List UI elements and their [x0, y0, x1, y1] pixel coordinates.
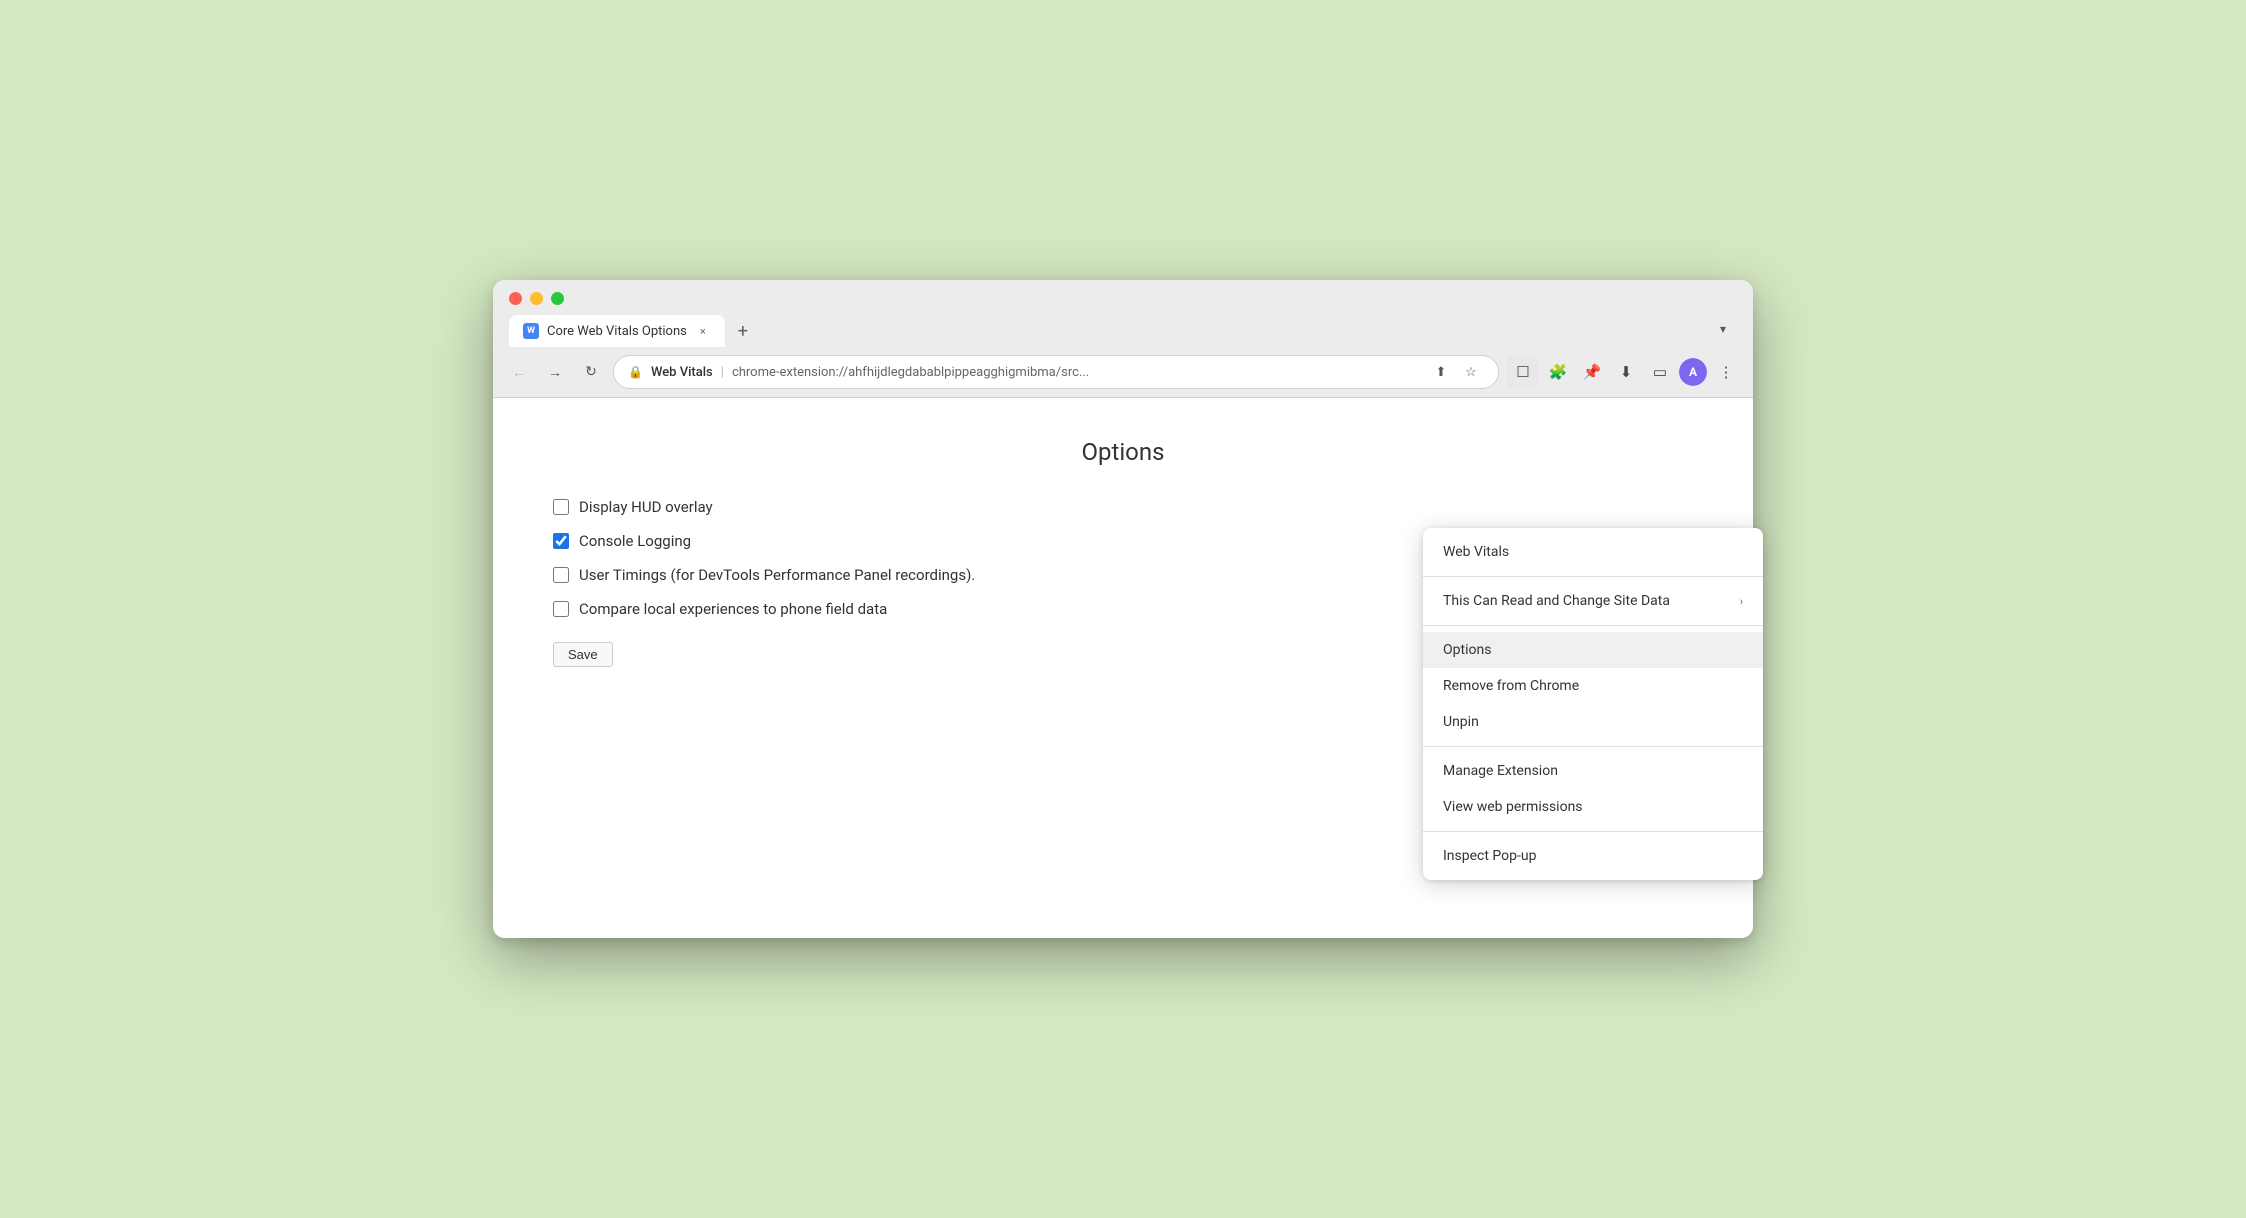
navigation-bar: ← → ↻ 🔒 Web Vitals | chrome-extension://… [493, 347, 1753, 398]
menu-item-web-permissions-label: View web permissions [1443, 799, 1583, 815]
checkbox-console-input[interactable] [553, 533, 569, 549]
title-bar: W Core Web Vitals Options × + ▾ [493, 280, 1753, 347]
tab-favicon: W [523, 323, 539, 339]
menu-divider-1 [1423, 576, 1763, 577]
pin-icon: 📌 [1583, 363, 1602, 381]
menu-item-manage-label: Manage Extension [1443, 763, 1558, 779]
context-menu: Web Vitals This Can Read and Change Site… [1423, 528, 1763, 880]
sidebar-button[interactable]: ▭ [1645, 357, 1675, 387]
more-menu-button[interactable]: ⋮ [1711, 357, 1741, 387]
menu-item-web-vitals-label: Web Vitals [1443, 544, 1509, 560]
menu-item-remove[interactable]: Remove from Chrome [1423, 668, 1763, 704]
bookmark-button[interactable]: ☆ [1458, 359, 1484, 385]
menu-item-options-label: Options [1443, 642, 1491, 658]
traffic-lights [509, 292, 1737, 305]
toolbar-right: ☐ 🧩 📌 ⬇ ▭ A ⋮ [1507, 356, 1741, 388]
menu-item-manage[interactable]: Manage Extension [1423, 753, 1763, 789]
back-button[interactable]: ← [505, 358, 533, 386]
minimize-window-button[interactable] [530, 292, 543, 305]
menu-item-site-data-label: This Can Read and Change Site Data [1443, 593, 1670, 609]
checkbox-hud-label: Display HUD overlay [579, 498, 713, 516]
lock-icon: 🔒 [628, 365, 643, 379]
page-title: Options [553, 438, 1693, 466]
checkbox-console-label: Console Logging [579, 532, 691, 550]
tab-label: Core Web Vitals Options [547, 324, 687, 339]
new-tab-button[interactable]: + [729, 317, 757, 345]
browser-window: W Core Web Vitals Options × + ▾ ← → ↻ 🔒 … [493, 280, 1753, 938]
menu-divider-3 [1423, 746, 1763, 747]
checkbox-compare-label: Compare local experiences to phone field… [579, 600, 887, 618]
menu-divider-4 [1423, 831, 1763, 832]
site-name: Web Vitals [651, 365, 713, 380]
maximize-window-button[interactable] [551, 292, 564, 305]
tab-list-button[interactable]: ▾ [1709, 315, 1737, 343]
close-window-button[interactable] [509, 292, 522, 305]
extension-square-icon: ☐ [1516, 363, 1529, 381]
checkbox-timings-label: User Timings (for DevTools Performance P… [579, 566, 975, 584]
menu-item-web-permissions[interactable]: View web permissions [1423, 789, 1763, 825]
extensions-puzzle-button[interactable]: 🧩 [1543, 357, 1573, 387]
extension-active-button[interactable]: ☐ [1507, 356, 1539, 388]
tab-close-button[interactable]: × [695, 323, 711, 339]
download-icon: ⬇ [1620, 363, 1633, 381]
menu-item-options[interactable]: Options [1423, 632, 1763, 668]
menu-item-inspect-label: Inspect Pop-up [1443, 848, 1536, 864]
share-button[interactable]: ⬆ [1428, 359, 1454, 385]
more-icon: ⋮ [1719, 363, 1734, 381]
tabs-row: W Core Web Vitals Options × + ▾ [509, 315, 1737, 347]
avatar: A [1679, 358, 1707, 386]
menu-item-unpin[interactable]: Unpin [1423, 704, 1763, 740]
active-tab[interactable]: W Core Web Vitals Options × [509, 315, 725, 347]
menu-item-inspect[interactable]: Inspect Pop-up [1423, 838, 1763, 874]
address-bar[interactable]: 🔒 Web Vitals | chrome-extension://ahfhij… [613, 355, 1499, 389]
sidebar-icon: ▭ [1653, 363, 1667, 381]
forward-button[interactable]: → [541, 358, 569, 386]
download-button[interactable]: ⬇ [1611, 357, 1641, 387]
page-content: Options Display HUD overlay Console Logg… [493, 398, 1753, 938]
address-actions: ⬆ ☆ [1428, 359, 1484, 385]
checkbox-hud-input[interactable] [553, 499, 569, 515]
address-url: chrome-extension://ahfhijdlegdabablpippe… [732, 365, 1420, 380]
pin-button[interactable]: 📌 [1577, 357, 1607, 387]
address-separator: | [721, 365, 724, 380]
chevron-right-icon: › [1740, 595, 1743, 608]
menu-item-web-vitals[interactable]: Web Vitals [1423, 534, 1763, 570]
checkbox-compare-input[interactable] [553, 601, 569, 617]
menu-item-site-data[interactable]: This Can Read and Change Site Data › [1423, 583, 1763, 619]
puzzle-icon: 🧩 [1549, 363, 1568, 381]
checkbox-timings-input[interactable] [553, 567, 569, 583]
menu-divider-2 [1423, 625, 1763, 626]
save-button[interactable]: Save [553, 642, 613, 667]
reload-button[interactable]: ↻ [577, 358, 605, 386]
menu-item-remove-label: Remove from Chrome [1443, 678, 1579, 694]
tabs-right: ▾ [1709, 315, 1737, 343]
checkbox-hud[interactable]: Display HUD overlay [553, 498, 1693, 516]
menu-item-unpin-label: Unpin [1443, 714, 1479, 730]
profile-button[interactable]: A [1679, 358, 1707, 386]
